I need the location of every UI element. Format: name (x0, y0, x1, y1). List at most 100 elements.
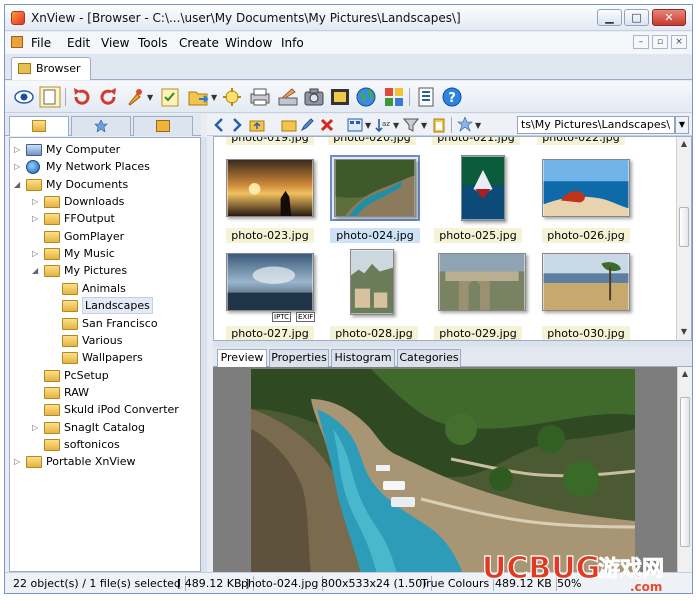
tab-categories[interactable]: Categories (397, 349, 461, 367)
tree-expander-icon[interactable]: ▷ (32, 245, 40, 262)
menu-view[interactable]: View (101, 36, 129, 50)
tab-browser[interactable]: Browser (11, 57, 91, 80)
tab-preview[interactable]: Preview (217, 349, 267, 368)
close-button[interactable]: ✕ (652, 9, 686, 26)
favorite-star-icon[interactable] (457, 117, 473, 133)
thumbnail-photo-025[interactable] (461, 155, 505, 221)
minimize-button[interactable]: ▁ (597, 9, 622, 26)
menu-edit[interactable]: Edit (67, 36, 90, 50)
clipboard-icon[interactable] (431, 117, 447, 133)
print-icon[interactable] (249, 86, 271, 108)
scroll-up-icon[interactable]: ▲ (679, 139, 689, 149)
filmstrip-icon[interactable] (329, 86, 351, 108)
eye-icon[interactable] (13, 86, 35, 108)
vertical-splitter[interactable] (201, 137, 207, 572)
thumb-caption[interactable]: photo-021.jpg (432, 137, 520, 145)
view-mode-icon[interactable] (347, 117, 363, 133)
scrollbar-thumb[interactable] (679, 207, 689, 247)
thumb-caption[interactable]: photo-029.jpg (434, 326, 522, 340)
rotate-left-icon[interactable] (71, 86, 93, 108)
help-icon[interactable]: ? (441, 86, 463, 108)
tab-folders[interactable] (9, 116, 69, 136)
thumb-caption[interactable]: photo-019.jpg (226, 137, 314, 145)
tree-expander-icon[interactable]: ◢ (14, 176, 22, 193)
tree-expander-icon[interactable]: ▷ (32, 210, 40, 227)
forward-arrow-icon[interactable] (229, 117, 245, 133)
menu-window[interactable]: Window (225, 36, 272, 50)
mdi-document-icon[interactable] (11, 36, 23, 48)
open-folder-icon[interactable] (187, 86, 209, 108)
chevron-down-icon[interactable]: ▼ (147, 93, 153, 102)
thumbnail-photo-023[interactable] (226, 159, 314, 217)
page-icon[interactable] (39, 86, 61, 108)
properties-icon[interactable] (415, 86, 437, 108)
tree-item-label: My Pictures (64, 264, 128, 278)
sort-icon[interactable]: az (375, 117, 391, 133)
new-folder-icon[interactable] (281, 117, 297, 133)
multi-frames-icon[interactable] (383, 86, 405, 108)
menu-create[interactable]: Create (179, 36, 219, 50)
maximize-button[interactable]: □ (624, 9, 649, 26)
globe-icon[interactable] (355, 86, 377, 108)
thumbnail-photo-029[interactable] (438, 253, 526, 311)
preview-image[interactable] (251, 369, 635, 572)
thumbnail-photo-028[interactable] (350, 249, 394, 315)
mdi-close-button[interactable]: × (671, 35, 687, 49)
thumb-caption[interactable]: photo-025.jpg (434, 228, 522, 243)
thumb-caption[interactable]: photo-030.jpg (542, 326, 630, 340)
chevron-down-icon[interactable]: ▼ (475, 121, 481, 130)
tree-expander-icon[interactable]: ▷ (14, 158, 22, 175)
tree-expander-icon[interactable]: ▷ (32, 193, 40, 210)
filter-icon[interactable] (403, 117, 419, 133)
thumbnail-photo-027[interactable] (226, 253, 314, 311)
thumbnail-scrollbar[interactable]: ▲ ▼ (676, 137, 691, 340)
tab-properties[interactable]: Properties (269, 349, 329, 367)
menu-info[interactable]: Info (281, 36, 304, 50)
preview-scrollbar[interactable]: ▲ (677, 367, 692, 572)
tree-expander-icon[interactable]: ▷ (32, 419, 40, 436)
color-dropper-icon[interactable] (123, 86, 145, 108)
thumb-caption[interactable]: photo-022.jpg (537, 137, 625, 145)
scroll-up-icon[interactable]: ▲ (680, 369, 690, 379)
folder-icon (44, 230, 60, 243)
menu-file[interactable]: File (31, 36, 51, 50)
menu-tools[interactable]: Tools (138, 36, 168, 50)
rotate-right-icon[interactable] (97, 86, 119, 108)
thumb-caption[interactable]: photo-028.jpg (330, 326, 418, 340)
thumb-caption[interactable]: photo-020.jpg (328, 137, 416, 145)
path-input[interactable]: ts\My Pictures\Landscapes\ (517, 116, 675, 134)
thumb-caption[interactable]: photo-023.jpg (226, 228, 314, 243)
tree-expander-icon[interactable]: ▷ (14, 453, 22, 470)
chevron-down-icon[interactable]: ▼ (365, 121, 371, 130)
thumbnail-photo-024[interactable] (334, 159, 416, 217)
back-arrow-icon[interactable] (211, 117, 227, 133)
scroll-down-icon[interactable]: ▼ (679, 327, 689, 337)
scrollbar-thumb[interactable] (680, 397, 690, 547)
watermark-url: .com (630, 580, 662, 594)
chevron-down-icon[interactable]: ▼ (393, 121, 399, 130)
mdi-restore-button[interactable]: ▫ (652, 35, 668, 49)
thumb-caption[interactable]: photo-026.jpg (542, 228, 630, 243)
tab-favorites[interactable] (71, 116, 131, 136)
delete-icon[interactable] (319, 117, 335, 133)
chevron-down-icon[interactable]: ▼ (211, 93, 217, 102)
watermark-domain: 游戏网 (598, 556, 664, 582)
path-dropdown-button[interactable]: ▼ (675, 116, 689, 134)
tree-expander-icon[interactable]: ◢ (32, 262, 40, 279)
chevron-down-icon[interactable]: ▼ (421, 121, 427, 130)
slideshow-icon[interactable] (221, 86, 243, 108)
tab-histogram[interactable]: Histogram (331, 349, 395, 367)
thumbnail-browser: photo-019.jpg photo-020.jpg photo-021.jp… (213, 136, 692, 341)
thumb-caption[interactable]: photo-027.jpg (226, 326, 314, 340)
camera-icon[interactable] (303, 86, 325, 108)
mdi-minimize-button[interactable]: – (633, 35, 649, 49)
checklist-icon[interactable] (159, 86, 181, 108)
thumbnail-photo-026[interactable] (542, 159, 630, 217)
rename-pencil-icon[interactable] (299, 117, 315, 133)
scanner-icon[interactable] (277, 86, 299, 108)
thumb-caption-selected[interactable]: photo-024.jpg (330, 228, 420, 243)
up-folder-icon[interactable] (249, 117, 265, 133)
tree-expander-icon[interactable]: ▷ (14, 141, 22, 158)
thumbnail-photo-030[interactable] (542, 253, 630, 311)
tab-categories[interactable] (133, 116, 193, 136)
